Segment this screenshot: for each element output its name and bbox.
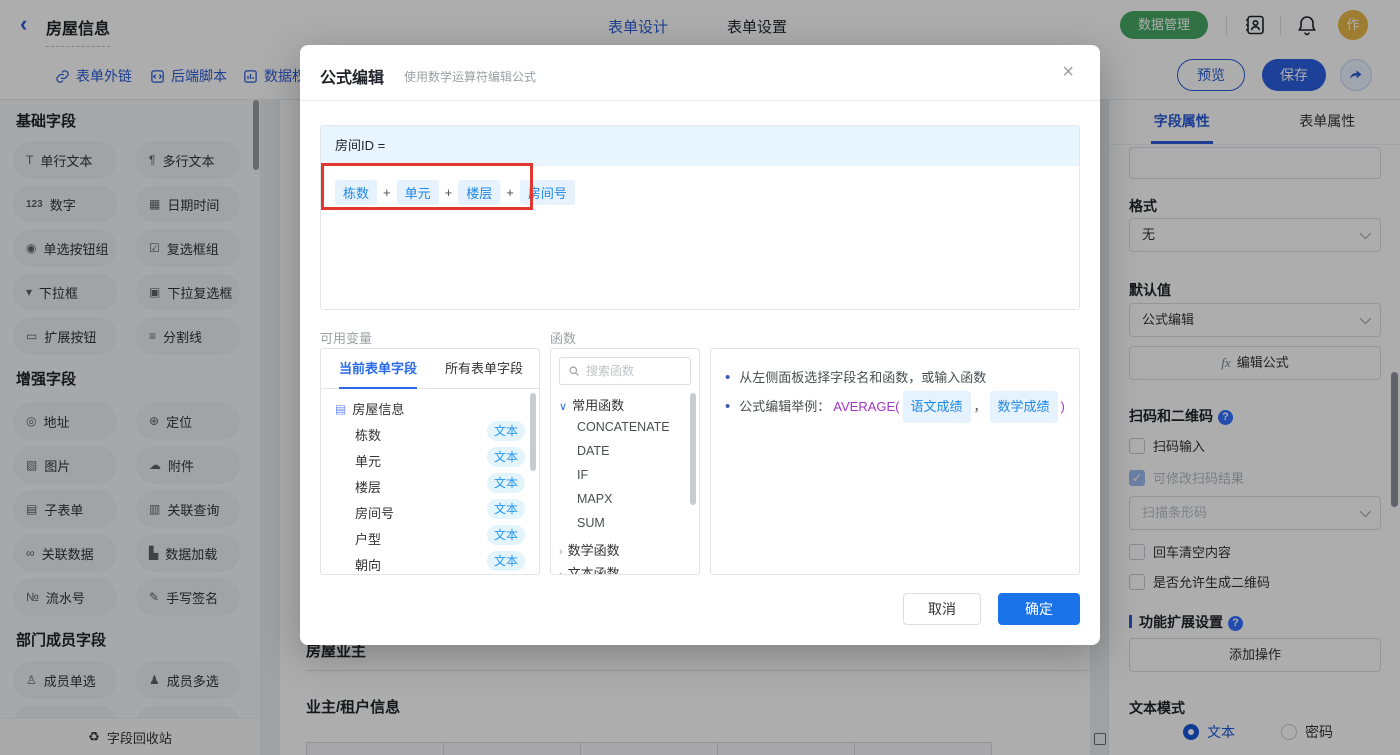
function-group-label: 常用函数 xyxy=(572,398,625,413)
form-doc-icon: ▤ xyxy=(335,401,347,416)
example-function: AVERAGE( xyxy=(833,399,900,414)
variable-name: 房间号 xyxy=(355,506,395,521)
type-badge: 文本 xyxy=(487,551,525,571)
operator: + xyxy=(383,185,391,200)
formula-token[interactable]: 单元 xyxy=(396,180,439,205)
modal-title: 公式编辑 xyxy=(320,70,385,87)
search-input[interactable] xyxy=(586,364,672,378)
formula-token[interactable]: 房间号 xyxy=(519,180,575,205)
function-group-common[interactable]: ∨ 常用函数 xyxy=(559,395,624,414)
variable-name: 单元 xyxy=(355,454,382,469)
close-icon[interactable]: × xyxy=(1062,61,1074,84)
help-text: 从左侧面板选择字段名和函数，或输入函数 xyxy=(739,370,987,385)
variables-panel: 当前表单字段 所有表单字段 ▤ 房屋信息 栋数 文本 单元 文本 楼层 文本 房… xyxy=(320,348,540,575)
function-item[interactable]: IF xyxy=(577,468,588,482)
variables-tabs: 当前表单字段 所有表单字段 xyxy=(321,349,539,389)
variable-row[interactable]: 户型 xyxy=(355,529,381,548)
formula-token[interactable]: 楼层 xyxy=(458,180,501,205)
formula-editor[interactable]: 房间ID = 栋数 + 单元 + 楼层 + 房间号 xyxy=(320,125,1080,310)
help-text: 公式编辑举例： xyxy=(739,399,831,414)
function-item[interactable]: MAPX xyxy=(577,492,612,506)
variables-scrollbar[interactable] xyxy=(530,393,536,471)
variable-row[interactable]: 朝向 xyxy=(355,555,381,574)
cancel-button[interactable]: 取消 xyxy=(903,593,981,625)
operator: + xyxy=(444,185,453,200)
type-badge: 文本 xyxy=(487,499,525,519)
function-group-math[interactable]: › 数学函数 xyxy=(559,540,620,559)
function-name: MAPX xyxy=(577,492,613,506)
variable-name: 户型 xyxy=(355,532,382,547)
type-badge: 文本 xyxy=(487,473,525,493)
function-group-label: 文本函数 xyxy=(567,566,620,575)
caret-down-icon: ∨ xyxy=(559,401,568,413)
function-item[interactable]: DATE xyxy=(577,444,609,458)
modal-subtitle: 使用数学运算符编辑公式 xyxy=(404,70,537,84)
function-group-text[interactable]: › 文本函数 xyxy=(559,563,620,575)
operator: + xyxy=(506,185,514,200)
bullet-icon: • xyxy=(725,369,731,386)
functions-scrollbar[interactable] xyxy=(690,393,696,505)
variable-name: 朝向 xyxy=(355,558,382,573)
help-line-1: • 从左侧面板选择字段名和函数，或输入函数 xyxy=(725,365,1065,391)
type-badge: 文本 xyxy=(487,421,525,441)
function-name: DATE xyxy=(577,444,610,458)
function-search[interactable] xyxy=(559,357,691,385)
formula-expression: 栋数 + 单元 + 楼层 + 房间号 xyxy=(335,180,575,205)
variable-group-label: 房屋信息 xyxy=(352,402,405,417)
type-badge: 文本 xyxy=(487,525,525,545)
functions-panel: ∨ 常用函数 CONCATENATE DATE IF MAPX SUM › 数学函数… xyxy=(550,348,700,575)
function-group-label: 数学函数 xyxy=(567,543,620,558)
help-line-2: • 公式编辑举例： AVERAGE( 语文成绩 ， 数学成绩 ) xyxy=(725,391,1065,423)
type-badge: 文本 xyxy=(487,447,525,467)
bullet-icon: • xyxy=(725,398,731,415)
variable-row[interactable]: 单元 xyxy=(355,451,381,470)
example-function-close: ) xyxy=(1060,399,1065,414)
comma: ， xyxy=(973,399,987,414)
variable-name: 楼层 xyxy=(355,480,382,495)
variable-row[interactable]: 栋数 xyxy=(355,425,381,444)
search-icon xyxy=(569,366,579,376)
example-arg-chip: 语文成绩 xyxy=(902,391,971,423)
variable-row[interactable]: 房间号 xyxy=(355,503,394,522)
divider xyxy=(300,100,1100,101)
variable-name: 栋数 xyxy=(355,428,382,443)
variable-group-row[interactable]: ▤ 房屋信息 xyxy=(335,399,404,418)
formula-edit-modal: 公式编辑 使用数学运算符编辑公式 × 房间ID = 栋数 + 单元 + 楼层 +… xyxy=(300,45,1100,645)
function-name: IF xyxy=(577,468,589,482)
tab-current-form-fields[interactable]: 当前表单字段 xyxy=(339,349,418,389)
function-name: SUM xyxy=(577,516,605,530)
formula-token[interactable]: 栋数 xyxy=(335,180,378,205)
functions-label: 函数 xyxy=(550,331,577,346)
help-panel: • 从左侧面板选择字段名和函数，或输入函数 • 公式编辑举例： AVERAGE(… xyxy=(710,348,1080,575)
caret-right-icon: › xyxy=(559,569,563,575)
confirm-button[interactable]: 确定 xyxy=(998,593,1080,625)
formula-target: 房间ID = xyxy=(321,126,1079,166)
caret-right-icon: › xyxy=(559,546,563,558)
tab-all-form-fields[interactable]: 所有表单字段 xyxy=(445,349,523,389)
function-name: CONCATENATE xyxy=(577,420,670,434)
app-root: ‹ 房屋信息 表单设计 表单设置 数据管理 作 表单外链 后端脚本 数据权限 预… xyxy=(0,0,1400,755)
variables-label: 可用变量 xyxy=(320,331,373,346)
variable-row[interactable]: 楼层 xyxy=(355,477,381,496)
function-item[interactable]: CONCATENATE xyxy=(577,420,670,434)
example-arg-chip: 数学成绩 xyxy=(989,391,1058,423)
function-item[interactable]: SUM xyxy=(577,516,605,530)
